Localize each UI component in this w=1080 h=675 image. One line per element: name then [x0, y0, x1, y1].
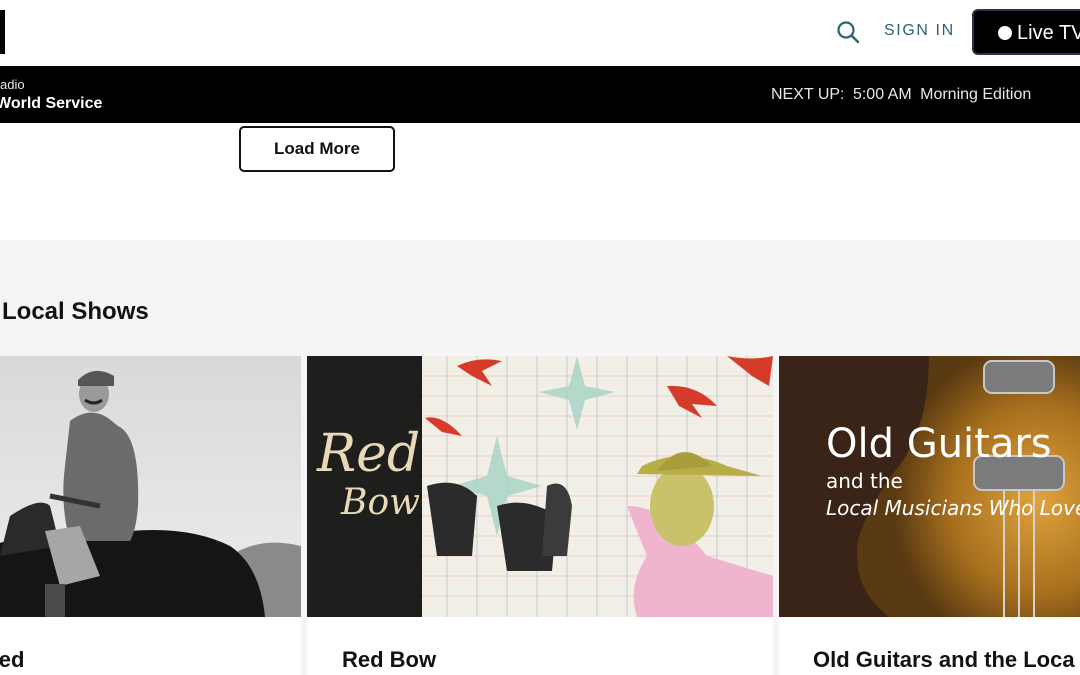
- now-playing-bar[interactable]: adio World Service NEXT UP: 5:00 AM Morn…: [0, 66, 1080, 123]
- show-title[interactable]: Red Bow: [342, 647, 436, 673]
- sign-in-link[interactable]: SIGN IN: [884, 22, 955, 40]
- live-tv-label: Live TV: [1017, 22, 1080, 44]
- site-logo[interactable]: [0, 10, 5, 54]
- show-card[interactable]: Old Guitars and the Local Musicians Who …: [779, 356, 1080, 675]
- artwork-text: Old Guitars: [826, 421, 1052, 467]
- show-image: [0, 356, 301, 617]
- live-tv-button[interactable]: Live TV: [972, 9, 1080, 55]
- next-up-show: Morning Edition: [920, 86, 1032, 103]
- artwork-text: Bow: [341, 482, 420, 523]
- load-more-button[interactable]: Load More: [239, 126, 395, 172]
- artwork-text: Red: [317, 424, 421, 484]
- next-up-time: 5:00 AM: [852, 86, 912, 103]
- site-header: SIGN IN Live TV: [0, 0, 1080, 66]
- current-program: World Service: [0, 95, 103, 112]
- artwork-text: Local Musicians Who Love: [826, 496, 1080, 520]
- artwork-text: and the: [826, 469, 903, 493]
- show-image: Red Bow: [307, 356, 773, 617]
- search-icon[interactable]: [836, 20, 860, 44]
- show-card[interactable]: Red Bow Red Bow: [307, 356, 773, 675]
- show-card[interactable]: nted: [0, 356, 301, 675]
- next-up-label: NEXT UP:: [771, 86, 845, 103]
- section-title: e Local Shows: [0, 298, 149, 325]
- show-title[interactable]: Old Guitars and the Loca: [813, 647, 1075, 673]
- local-shows-section: e Local Shows: [0, 240, 1080, 675]
- station-name: adio: [0, 77, 25, 92]
- live-indicator-icon: [998, 26, 1012, 40]
- next-up-info: NEXT UP: 5:00 AM Morning Edition: [771, 86, 1035, 104]
- show-image: Old Guitars and the Local Musicians Who …: [779, 356, 1080, 617]
- show-title[interactable]: nted: [0, 647, 24, 673]
